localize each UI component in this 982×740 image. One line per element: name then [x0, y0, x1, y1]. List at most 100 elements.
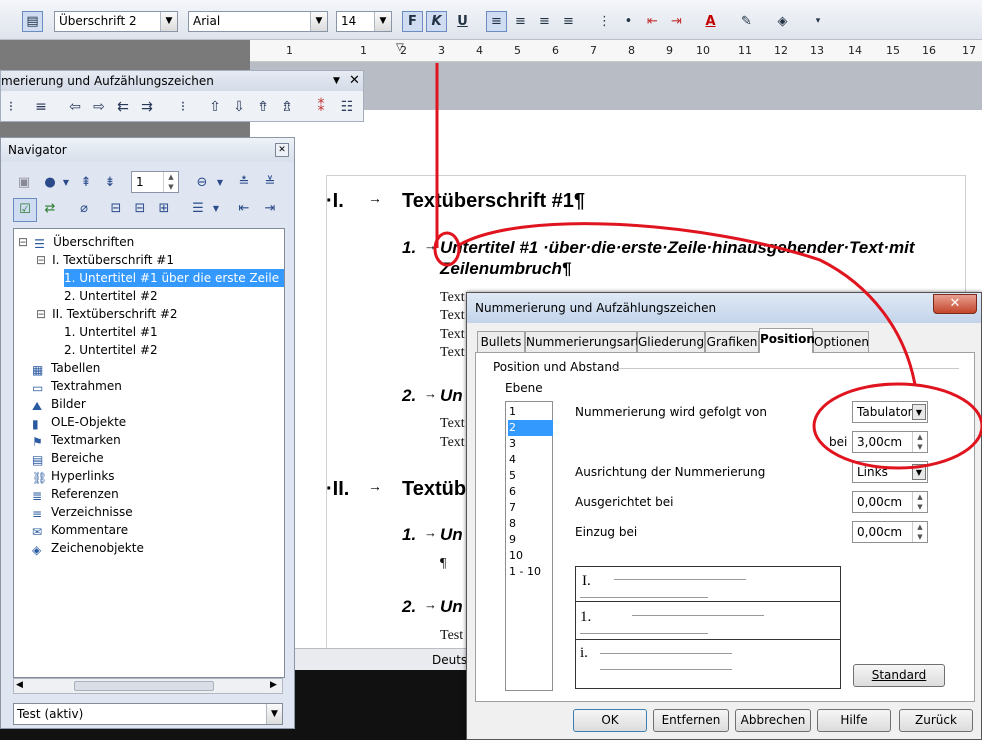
tree-category[interactable]: ⛓ Hyperlinks	[18, 467, 115, 485]
promote-with-subpoints-icon[interactable]: ⇇	[113, 97, 133, 117]
tree-category[interactable]: ▮ OLE-Objekte	[18, 413, 126, 431]
decrease-indent-icon[interactable]: ⇤	[642, 11, 663, 32]
collapse-icon[interactable]: ⊟	[36, 253, 46, 267]
previous-icon[interactable]: ⇞	[75, 172, 97, 194]
at-input[interactable]: 3,00cm ▲ ▼	[852, 431, 928, 453]
numbering-toolbar-title[interactable]: merierung und Aufzählungszeichen ▼ ✕	[1, 71, 363, 91]
collapse-icon[interactable]: ⊟	[36, 307, 46, 321]
tree-item[interactable]: 2. Untertitel #2	[64, 287, 158, 305]
anchor-icon[interactable]: ⊞	[153, 198, 175, 220]
status-language[interactable]: Deuts	[432, 653, 467, 667]
indent-input[interactable]: 0,00cm ▲ ▼	[852, 521, 928, 543]
attachment-icon[interactable]: ⌀	[73, 198, 95, 220]
level-item[interactable]: 1	[508, 404, 553, 420]
tab-outline[interactable]: Gliederung	[637, 331, 705, 352]
spin-arrows-icon[interactable]: ▲ ▼	[912, 522, 927, 542]
tab-graphics[interactable]: Grafiken	[705, 331, 759, 352]
demote-with-subpoints-icon[interactable]: ⇉	[137, 97, 157, 117]
tree-category[interactable]: ◈ Zeichenobjekte	[18, 539, 144, 557]
page-number-input[interactable]: 1 ▲ ▼	[131, 171, 179, 193]
numbering-icon[interactable]: ⋮	[594, 11, 615, 32]
scroll-right-icon[interactable]: ▶	[270, 680, 277, 690]
ok-button[interactable]: OK	[573, 709, 647, 732]
align-right-icon[interactable]: ≡	[534, 11, 555, 32]
tab-position[interactable]: Position	[759, 328, 815, 353]
toolbar-options-icon[interactable]: ▾	[812, 11, 824, 32]
move-up-with-subpoints-icon[interactable]: ⇮	[253, 97, 273, 117]
heading-2-text[interactable]: Un	[440, 525, 463, 545]
tree-category[interactable]: ▤ Bereiche	[18, 449, 104, 467]
demote-icon[interactable]: ⇨	[89, 97, 109, 117]
level-item[interactable]: 10	[508, 548, 553, 564]
indent-marker-icon[interactable]: ▽	[396, 42, 404, 53]
move-down-icon[interactable]: ⇩	[229, 97, 249, 117]
font-color-icon[interactable]: A	[700, 11, 721, 32]
body-text[interactable]: Text	[440, 327, 465, 343]
heading-2-text[interactable]: Un	[440, 386, 463, 406]
restart-numbering-icon[interactable]: ⁑	[311, 97, 331, 117]
bullets-and-numbering-icon[interactable]: ☷	[337, 97, 357, 117]
body-text[interactable]: Text	[440, 308, 465, 324]
bullets-icon[interactable]: •	[618, 11, 639, 32]
tree-category[interactable]: ⚑ Textmarken	[18, 431, 121, 449]
tree-item[interactable]: ⊟ II. Textüberschrift #2	[36, 305, 178, 323]
move-chapter-up-icon[interactable]: ⇤	[233, 198, 255, 220]
underline-button[interactable]: U	[452, 11, 473, 32]
tree-item[interactable]: ⊟ I. Textüberschrift #1	[36, 251, 174, 269]
justify-icon[interactable]: ≡	[558, 11, 579, 32]
font-size-combo[interactable]: 14 ▼	[336, 11, 392, 32]
followed-by-select[interactable]: Tabulator ▼	[852, 401, 928, 423]
help-button[interactable]: Hilfe	[817, 709, 891, 732]
styles-window-icon[interactable]: ▤	[22, 11, 43, 32]
align-center-icon[interactable]: ≡	[510, 11, 531, 32]
level-item[interactable]: 7	[508, 500, 553, 516]
numbering-off-icon[interactable]: ⁝	[1, 97, 21, 117]
spin-arrows-icon[interactable]: ▲ ▼	[912, 492, 927, 512]
paragraph-style-combo[interactable]: Überschrift 2 ▼	[54, 11, 178, 32]
level-item[interactable]: 9	[508, 532, 553, 548]
bold-button[interactable]: F	[402, 11, 423, 32]
footer-icon[interactable]: ⊟	[129, 198, 151, 220]
tree-item[interactable]: 1. Untertitel #1 über die erste Zeile hi…	[64, 269, 284, 287]
background-color-icon[interactable]: ◈	[772, 11, 793, 32]
tree-category[interactable]: ⛰ Bilder	[18, 395, 86, 413]
align-left-icon[interactable]: ≡	[486, 11, 507, 32]
tree-category[interactable]: ≡ Verzeichnisse	[18, 503, 133, 521]
chevron-down-icon[interactable]: ▼	[310, 12, 327, 31]
level-item[interactable]: 1 - 10	[508, 564, 553, 580]
level-item[interactable]: 4	[508, 452, 553, 468]
chevron-down-icon[interactable]: ▼	[209, 172, 231, 194]
toggle-icon[interactable]: ▣	[13, 172, 35, 194]
highlight-icon[interactable]: ✎	[736, 11, 757, 32]
spin-arrows-icon[interactable]: ▲ ▼	[163, 172, 178, 192]
promote-icon[interactable]: ⇦	[65, 97, 85, 117]
horizontal-scrollbar[interactable]: ◀ ▶	[13, 678, 283, 694]
body-text[interactable]: Test	[440, 628, 463, 644]
reset-button[interactable]: Zurück	[899, 709, 973, 732]
aligned-at-input[interactable]: 0,00cm ▲ ▼	[852, 491, 928, 513]
tree-category[interactable]: ⊟ ☰ Überschriften	[18, 233, 134, 251]
chevron-down-icon[interactable]: ▼	[55, 172, 77, 194]
chevron-down-icon[interactable]: ▼	[912, 464, 926, 480]
move-down-with-subpoints-icon[interactable]: ⇯	[277, 97, 297, 117]
spin-arrows-icon[interactable]: ▲ ▼	[912, 432, 927, 452]
tab-options[interactable]: Optionen	[813, 331, 869, 352]
tree-category[interactable]: ▦ Tabellen	[18, 359, 100, 377]
document-select[interactable]: Test (aktiv) ▼	[13, 703, 283, 725]
increase-indent-icon[interactable]: ⇥	[666, 11, 687, 32]
header-icon[interactable]: ⊟	[105, 198, 127, 220]
heading-1-text[interactable]: Textüb	[402, 478, 466, 501]
body-text[interactable]: Text	[440, 435, 465, 451]
tree-category[interactable]: ✉ Kommentare	[18, 521, 128, 539]
level-item[interactable]: 8	[508, 516, 553, 532]
horizontal-ruler[interactable]: 1 1 2 3 4 5 6 7 8 9 10 11 12 13 14 15 16 17 ▽	[250, 40, 982, 62]
body-text[interactable]: Text	[440, 345, 465, 361]
move-up-icon[interactable]: ⇧	[205, 97, 225, 117]
font-name-combo[interactable]: Arial ▼	[188, 11, 328, 32]
level-list[interactable]: 1 2 3 4 5 6 7 8 9 10 1 - 10	[505, 401, 553, 691]
close-icon[interactable]: ✕	[349, 71, 360, 91]
tab-numbering-type[interactable]: Nummerierungsart	[525, 331, 640, 352]
cancel-button[interactable]: Abbrechen	[735, 709, 811, 732]
tree-item[interactable]: 2. Untertitel #2	[64, 341, 158, 359]
move-chapter-down-icon[interactable]: ⇥	[259, 198, 281, 220]
